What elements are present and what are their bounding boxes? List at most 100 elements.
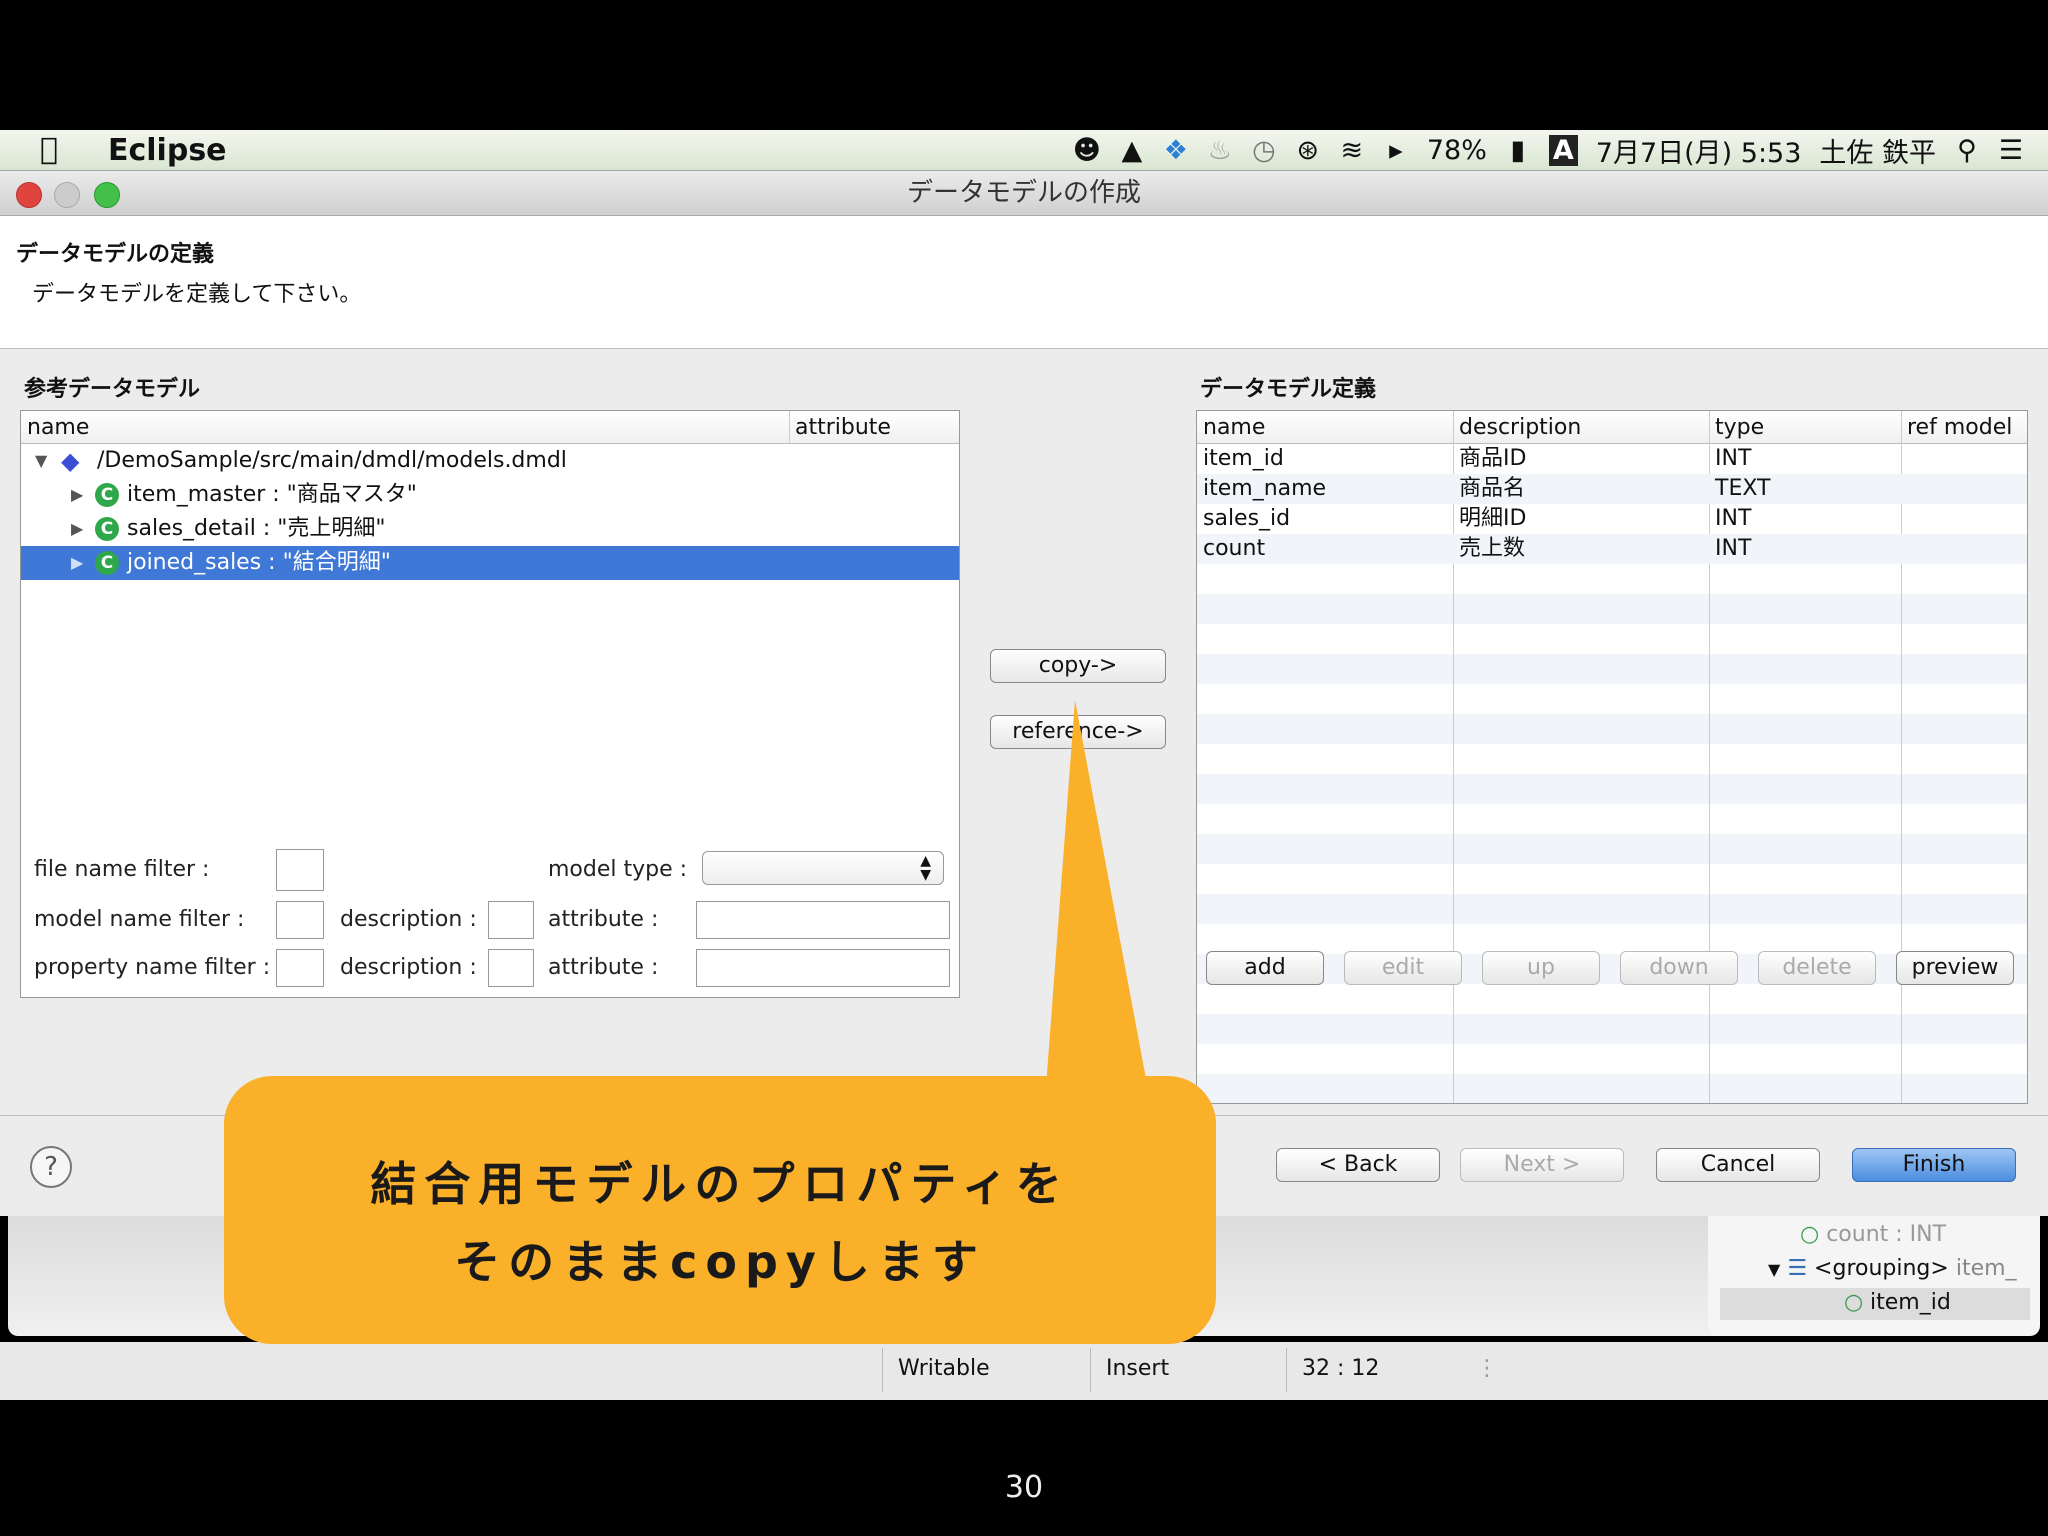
resize-grip-icon: ⋮ [1476,1356,1498,1381]
file-name-filter-input[interactable] [276,849,324,891]
tree-row-joined-sales[interactable]: ▶ C joined_sales : "結合明細" [21,546,959,580]
evernote-icon[interactable]: ☻ [1073,135,1101,166]
column-header-name[interactable]: name [1203,415,1265,440]
table-header: name description type ref model [1197,411,2027,444]
property-description-label: description : [340,955,477,980]
column-header-ref-model[interactable]: ref model [1907,415,2012,440]
up-button[interactable]: up [1482,951,1600,985]
outline-item-label: count : INT [1826,1222,1947,1247]
insert-mode-status: Insert [1106,1356,1170,1381]
cell-name: item_id [1203,446,1284,471]
outline-item-selected[interactable]: ○ item_id [1720,1288,2030,1320]
close-window-button[interactable] [16,182,42,208]
dropbox-icon[interactable]: ❖ [1163,135,1189,166]
wizard-header: データモデルの定義 データモデルを定義して下さい。 [0,216,2048,349]
cell-type: INT [1715,446,1752,471]
expand-triangle-icon[interactable]: ▼ [35,444,47,478]
time-machine-icon[interactable]: ◷ [1251,135,1277,166]
menubar-user[interactable]: 土佐 鉄平 [1819,131,1936,170]
property-description-input[interactable] [488,949,534,987]
outline-item[interactable]: ▼ ☰ <grouping> item_ [1768,1256,2017,1281]
page-description: データモデルを定義して下さい。 [32,282,362,307]
cell-type: TEXT [1715,476,1771,501]
menubar:  Eclipse ☻ ▲ ❖ ♨ ◷ ⊛ ≋ ▸ 78% ▮ A 7月7日(月… [0,130,2048,171]
window-title: データモデルの作成 [906,178,1141,208]
model-description-label: description : [340,907,477,932]
column-header-type[interactable]: type [1715,415,1764,440]
tree-item-label: /DemoSample/src/main/dmdl/models.dmdl [97,448,567,473]
zoom-window-button[interactable] [94,182,120,208]
callout-line-1: 結合用モデルのプロパティを [370,1157,1070,1211]
table-row[interactable]: item_name 商品名 TEXT [1197,474,2027,504]
battery-percent[interactable]: 78% [1427,135,1487,166]
table-body: item_id 商品ID INT item_name 商品名 TEXT sale… [1197,444,2027,1103]
file-name-filter-label: file name filter : [34,857,210,882]
cancel-button[interactable]: Cancel [1656,1148,1820,1182]
notification-center-icon[interactable]: ☰ [1998,135,2024,166]
data-model-definition-label: データモデル定義 [1200,377,1377,402]
back-button[interactable]: < Back [1276,1148,1440,1182]
collapse-triangle-icon[interactable]: ▶ [71,546,83,580]
menubar-datetime[interactable]: 7月7日(月) 5:53 [1596,131,1802,170]
outline-item-suffix: item_ [1955,1256,2017,1281]
add-button[interactable]: add [1206,951,1324,985]
model-attribute-label: attribute : [548,907,659,932]
next-button[interactable]: Next > [1460,1148,1624,1182]
help-icon[interactable]: ? [30,1146,72,1188]
property-attribute-label: attribute : [548,955,659,980]
bluetooth-icon[interactable]: ⊛ [1295,135,1321,166]
cell-description: 商品名 [1459,476,1526,501]
app-name[interactable]: Eclipse [108,133,227,168]
tree-row-models-file[interactable]: ▼ ◆ /DemoSample/src/main/dmdl/models.dmd… [21,444,959,478]
drive-icon[interactable]: ▲ [1119,135,1145,166]
tree-row-item-master[interactable]: ▶ C item_master : "商品マスタ" [21,478,959,512]
minimize-window-button[interactable] [54,182,80,208]
battery-icon[interactable]: ▮ [1505,135,1531,166]
property-icon: ○ [1800,1222,1820,1247]
property-attribute-input[interactable] [696,949,950,987]
collapse-triangle-icon[interactable]: ▶ [71,478,83,512]
property-name-filter-input[interactable] [276,949,324,987]
input-source-icon[interactable]: A [1548,134,1578,166]
bell-icon[interactable]: ♨ [1207,135,1233,166]
model-class-icon: C [95,517,119,541]
column-header-description[interactable]: description [1459,415,1581,440]
tree-item-label: sales_detail : "売上明細" [127,516,386,541]
outline-view: ○ count : INT ▼ ☰ <grouping> item_ ○ ite… [1708,1216,2040,1336]
tree-item-label: item_master : "商品マスタ" [127,482,417,507]
spotlight-search-icon[interactable]: ⚲ [1954,135,1980,166]
create-data-model-dialog: データモデルの作成 データモデルの定義 データモデルを定義して下さい。 参考デー… [0,171,2048,1216]
outline-item-label: <grouping> [1814,1256,1949,1281]
tree-item-label: joined_sales : "結合明細" [127,550,391,575]
column-header-name[interactable]: name [27,415,89,440]
edit-button[interactable]: edit [1344,951,1462,985]
table-row[interactable]: item_id 商品ID INT [1197,444,2027,474]
cursor-position-status: 32 : 12 [1302,1356,1380,1381]
property-table[interactable]: name description type ref model item_id … [1196,410,2028,1104]
tree-header: name attribute [21,411,959,444]
table-row[interactable]: count 売上数 INT [1197,534,2027,564]
model-type-select[interactable]: ▲ ▼ [702,851,944,885]
model-name-filter-input[interactable] [276,901,324,939]
down-button[interactable]: down [1620,951,1738,985]
reference-model-label: 参考データモデル [24,377,201,402]
collapse-triangle-icon[interactable]: ▶ [71,512,83,546]
copy-button[interactable]: copy-> [990,649,1166,683]
cell-description: 売上数 [1459,536,1526,561]
cell-name: count [1203,536,1266,561]
volume-icon[interactable]: ▸ [1383,135,1409,166]
finish-button[interactable]: Finish [1852,1148,2016,1182]
preview-button[interactable]: preview [1896,951,2014,985]
tree-row-sales-detail[interactable]: ▶ C sales_detail : "売上明細" [21,512,959,546]
grouping-icon: ☰ [1787,1256,1808,1281]
outline-item[interactable]: ○ count : INT [1800,1222,1946,1247]
delete-button[interactable]: delete [1758,951,1876,985]
model-attribute-input[interactable] [696,901,950,939]
table-row[interactable]: sales_id 明細ID INT [1197,504,2027,534]
model-description-input[interactable] [488,901,534,939]
expand-triangle-icon[interactable]: ▼ [1768,1260,1780,1279]
wifi-icon[interactable]: ≋ [1339,135,1365,166]
apple-icon[interactable]:  [40,132,58,167]
annotation-callout: 結合用モデルのプロパティを そのままcopyします [224,1076,1216,1344]
column-header-attribute[interactable]: attribute [795,415,891,440]
